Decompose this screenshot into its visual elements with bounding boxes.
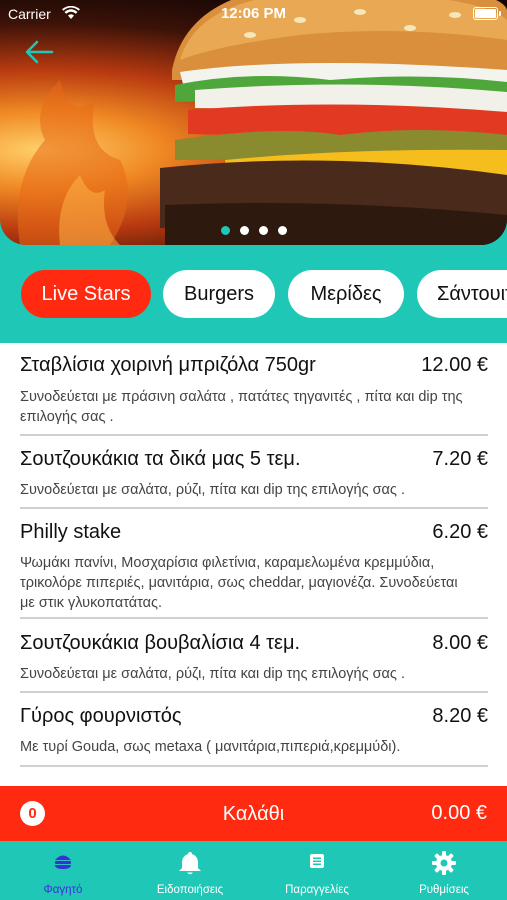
cart-bar[interactable]: 0 Καλάθι 0.00 € bbox=[0, 786, 507, 841]
menu-item-price: 6.20 € bbox=[432, 521, 488, 543]
menu-item-price: 12.00 € bbox=[421, 354, 488, 376]
menu-item-price: 8.20 € bbox=[432, 705, 488, 727]
status-bar: Carrier 12:06 PM bbox=[0, 0, 507, 28]
menu-item[interactable]: Σουτζουκάκια τα δικά μας 5 τεμ. 7.20 € Σ… bbox=[20, 436, 488, 509]
tab-orders[interactable]: Παραγγελίες bbox=[254, 841, 380, 900]
menu-item-price: 8.00 € bbox=[432, 632, 488, 654]
menu-item-description: Συνοδεύεται με σαλάτα, ρύζι, πίτα και di… bbox=[20, 482, 405, 498]
tab-notifications[interactable]: Ειδοποιήσεις bbox=[127, 841, 253, 900]
category-chip-burgers[interactable]: Burgers bbox=[163, 270, 275, 318]
hero-image bbox=[0, 0, 507, 245]
hero-banner: Carrier 12:06 PM bbox=[0, 0, 507, 245]
menu-item[interactable]: Γύρος φουρνιστός 8.20 € Με τυρί Gouda, σ… bbox=[20, 693, 488, 767]
menu-item-name: Γύρος φουρνιστός bbox=[20, 705, 182, 727]
tab-notifications-label: Ειδοποιήσεις bbox=[156, 884, 224, 896]
tab-settings[interactable]: Ρυθμίσεις bbox=[381, 841, 507, 900]
back-arrow-icon[interactable] bbox=[22, 38, 56, 66]
category-chip-live-stars[interactable]: Live Stars bbox=[21, 270, 151, 318]
carousel-dot[interactable] bbox=[239, 226, 249, 235]
menu-item[interactable]: Philly stake 6.20 € Ψωμάκι πανίνι, Μοσχα… bbox=[20, 509, 488, 619]
menu-item-description: Με τυρί Gouda, σως metaxa ( μανιτάρια,πι… bbox=[20, 739, 401, 755]
category-chip-sandwiches[interactable]: Σάντουιτς bbox=[417, 270, 507, 318]
tab-food[interactable]: Φαγητό bbox=[0, 841, 126, 900]
menu-item[interactable]: Σταβλίσια χοιρινή μπριζόλα 750gr 12.00 €… bbox=[20, 343, 488, 436]
menu-item-description: Ψωμάκι πανίνι, Μοσχαρίσια φιλετίνια, καρ… bbox=[20, 555, 458, 611]
carousel-dot[interactable] bbox=[277, 226, 287, 235]
tab-settings-label: Ρυθμίσεις bbox=[419, 884, 469, 896]
menu-item-name: Philly stake bbox=[20, 521, 122, 543]
menu-list: Σταβλίσια χοιρινή μπριζόλα 750gr 12.00 €… bbox=[20, 343, 488, 767]
menu-item-name: Σταβλίσια χοιρινή μπριζόλα 750gr bbox=[20, 354, 316, 376]
tab-orders-label: Παραγγελίες bbox=[285, 884, 349, 896]
tab-bar: Φαγητό Ειδοποιήσεις Παραγγελίες Ρυθμίσει… bbox=[0, 841, 507, 900]
carousel-dot[interactable] bbox=[220, 226, 230, 235]
tab-food-label: Φαγητό bbox=[43, 884, 83, 896]
menu-item-price: 7.20 € bbox=[432, 448, 488, 470]
menu-item-name: Σουτζουκάκια βουβαλίσια 4 τεμ. bbox=[20, 632, 301, 654]
category-chip-portions[interactable]: Μερίδες bbox=[288, 270, 404, 318]
carousel-page-indicator[interactable] bbox=[0, 222, 507, 235]
food-icon bbox=[55, 855, 71, 869]
bell-icon bbox=[179, 852, 201, 875]
cart-total: 0.00 € bbox=[431, 802, 487, 824]
carousel-dot[interactable] bbox=[258, 226, 268, 235]
menu-item[interactable]: Σουτζουκάκια βουβαλίσια 4 τεμ. 8.00 € Συ… bbox=[20, 619, 488, 693]
category-bar[interactable]: Live Stars Burgers Μερίδες Σάντουιτς bbox=[0, 245, 507, 343]
menu-item-description: Συνοδεύεται με πράσινη σαλάτα , πατάτες … bbox=[20, 389, 463, 425]
battery-icon bbox=[473, 7, 501, 20]
orders-icon bbox=[310, 854, 324, 868]
status-time: 12:06 PM bbox=[220, 5, 287, 22]
gear-icon bbox=[432, 851, 456, 875]
menu-item-name: Σουτζουκάκια τα δικά μας 5 τεμ. bbox=[20, 448, 301, 470]
menu-item-description: Συνοδεύεται με σαλάτα, ρύζι, πίτα και di… bbox=[20, 666, 405, 682]
